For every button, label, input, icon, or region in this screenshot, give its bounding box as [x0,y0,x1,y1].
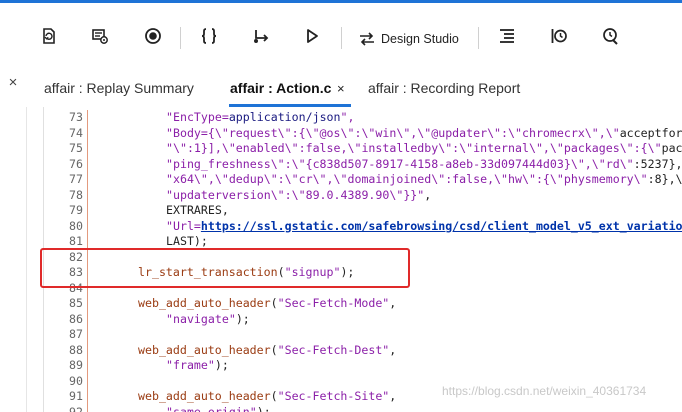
code-text: "same-origin"); [166,404,271,412]
code-text: "frame"); [166,358,229,372]
tab-action-c[interactable]: affair : Action.c [230,80,331,96]
code-text: "updaterversion\":\"89.0.4389.90\"}}", [166,187,432,202]
play-icon [307,29,318,43]
toolbar-separator [341,27,342,49]
code-text: EXTRARES, [166,203,229,217]
code-text: web_add_auto_header("Sec-Fetch-Mode", [138,296,397,310]
code-text: "\":1}],\"enabled\":false,\"installedby\… [166,141,682,155]
tab-close-icon[interactable]: × [337,81,345,96]
history-icon [551,29,567,43]
fold-guide [87,218,88,234]
code-line: 73 "EncType=application/json", [44,110,682,126]
line-number: 88 [69,342,83,357]
close-panel-icon[interactable]: × [0,69,26,95]
record-button[interactable] [140,23,166,49]
fold-guide [87,327,88,343]
record-icon [145,28,161,44]
toolbar-separator [478,27,479,49]
fold-guide [87,389,88,405]
regenerate-icon [43,28,55,44]
run-button[interactable] [299,23,325,49]
left-sidebar [0,107,26,412]
line-number: 77 [69,172,83,186]
code-line: 89 "frame"); [44,358,682,374]
fold-guide [87,404,88,412]
fold-guide [87,296,88,312]
code-line: 76 "ping_freshness\":\"{c838d507-8917-415… [44,156,682,172]
fold-guide [87,125,88,141]
line-number: 74 [69,125,83,140]
fold-guide [87,172,88,188]
line-number: 87 [69,327,83,341]
code-text: "navigate"); [166,311,250,326]
list-indent-icon [500,29,514,43]
step-button[interactable] [249,23,275,49]
code-line: 85 web_add_auto_header("Sec-Fetch-Mode", [44,296,682,312]
code-line: 74 "Body={\"request\":{\"@os\":\"win\",\"… [44,125,682,141]
swap-arrows-icon [360,32,374,46]
watermark: https://blog.csdn.net/weixin_40361734 [442,384,647,398]
line-number: 92 [69,404,83,412]
code-line: 87 [44,327,682,343]
fold-guide [87,373,88,389]
braces-icon [201,28,217,44]
recording-options-icon [92,29,108,44]
fold-guide [87,358,88,374]
line-number: 73 [69,110,83,124]
code-line: 77 "x64\",\"dedup\":\"cr\",\"domainjoined… [44,172,682,188]
line-number: 85 [69,296,83,310]
code-line: 80 "Url=https://ssl.gstatic.com/safebrows… [44,218,682,234]
line-number: 80 [69,218,83,233]
code-text: "Body={\"request\":{\"@os\":\"win\",\"@u… [166,125,682,140]
fold-guide [87,187,88,203]
code-line: 78 "updaterversion\":\"89.0.4389.90\"}}", [44,187,682,203]
tab-recording-report[interactable]: affair : Recording Report [368,80,520,96]
code-line: 92 "same-origin"); [44,404,682,412]
code-text: "ping_freshness\":\"{c838d507-8917-4158-… [166,156,682,171]
outline-button[interactable] [494,23,520,49]
fold-guide [87,110,88,126]
replay-history-button[interactable] [546,23,572,49]
line-number: 76 [69,156,83,171]
runtime-settings-button[interactable] [598,23,624,49]
code-line: 79 EXTRARES, [44,203,682,219]
code-text: "x64\",\"dedup\":\"cr\",\"domainjoined\"… [166,172,682,186]
highlight-annotation-box [40,248,410,288]
step-icon [254,30,269,43]
code-line: 88 web_add_auto_header("Sec-Fetch-Dest", [44,342,682,358]
toolbar: Design Studio [0,3,682,67]
line-number: 79 [69,203,83,217]
code-text: "Url=https://ssl.gstatic.com/safebrowsin… [166,218,682,233]
line-number: 86 [69,311,83,326]
code-text: web_add_auto_header("Sec-Fetch-Site", [138,389,397,403]
clock-settings-icon [603,28,618,45]
code-line: 86 "navigate"); [44,311,682,327]
compile-button[interactable] [196,23,222,49]
line-number: 89 [69,358,83,372]
line-number: 91 [69,389,83,403]
code-text: web_add_auto_header("Sec-Fetch-Dest", [138,342,397,357]
design-studio-label: Design Studio [381,32,459,46]
design-studio-button[interactable]: Design Studio [358,28,459,50]
tab-replay-summary[interactable]: affair : Replay Summary [44,80,194,96]
code-text: "EncType=application/json", [166,110,355,124]
line-number: 90 [69,373,83,388]
fold-guide [87,311,88,327]
regenerate-script-button[interactable] [36,23,62,49]
active-tab-indicator [229,104,351,107]
fold-guide [87,141,88,157]
line-number: 78 [69,187,83,202]
fold-guide [87,342,88,358]
line-number: 75 [69,141,83,155]
fold-guide [87,203,88,219]
record-settings-button[interactable] [87,23,113,49]
fold-guide [87,156,88,172]
code-line: 75 "\":1}],\"enabled\":false,\"installedb… [44,141,682,157]
toolbar-separator [180,27,181,49]
